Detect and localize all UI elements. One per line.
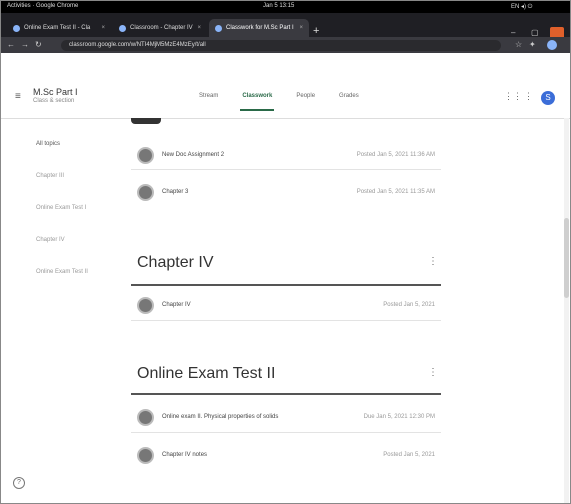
favicon-icon [119, 24, 126, 32]
browser-tab-strip: Online Exam Test II - Cla × Classroom - … [1, 13, 570, 41]
item-date: Posted Jan 5, 2021 [383, 452, 435, 458]
sidebar-item-chapter-iii[interactable]: Chapter III [36, 173, 64, 179]
screen: Activities · Google Chrome Jan 5 13:15 E… [0, 0, 571, 504]
close-tab-icon[interactable]: × [101, 25, 105, 31]
class-subtitle: Class & section [33, 98, 75, 104]
reload-icon[interactable]: ↻ [35, 40, 42, 49]
item-date: Posted Jan 5, 2021 [383, 302, 435, 308]
topic-heading: Online Exam Test II [137, 365, 276, 382]
class-title[interactable]: M.Sc Part I [33, 87, 78, 97]
topic-rule [131, 284, 441, 286]
sidebar-item-online-exam-test-ii[interactable]: Online Exam Test II [36, 269, 88, 275]
list-item[interactable]: Chapter 3 Posted Jan 5, 2021 11:35 AM [131, 179, 441, 205]
sidebar-item-all-topics[interactable]: All topics [36, 141, 60, 147]
list-item[interactable]: New Doc Assignment 2 Posted Jan 5, 2021 … [131, 142, 441, 168]
scrollbar-thumb[interactable] [564, 218, 569, 298]
profile-icon[interactable] [547, 40, 557, 50]
tab-people[interactable]: People [294, 87, 317, 105]
item-title: Online exam II. Physical properties of s… [162, 414, 279, 420]
list-item[interactable]: Online exam II. Physical properties of s… [131, 404, 441, 430]
list-item[interactable]: Chapter IV notes Posted Jan 5, 2021 [131, 442, 441, 468]
os-status-icons[interactable]: EN ◂) ⏻ [511, 3, 532, 11]
browser-tab-1[interactable]: Online Exam Test II - Cla × [7, 19, 111, 37]
address-bar-row: ← → ↻ classroom.google.com/w/NTI4MjM5MzE… [1, 37, 570, 53]
divider [131, 169, 441, 170]
browser-tab-3[interactable]: Classwork for M.Sc Part I × [209, 19, 309, 37]
list-item[interactable]: Chapter IV Posted Jan 5, 2021 [131, 292, 441, 318]
assignment-icon [137, 146, 154, 164]
classroom-header: ≡ M.Sc Part I Class & section Stream Cla… [1, 53, 570, 119]
close-tab-icon[interactable]: × [299, 25, 303, 31]
assignment-icon [137, 408, 154, 426]
tab-classwork[interactable]: Classwork [240, 87, 275, 111]
maximize-icon[interactable]: ▢ [531, 28, 539, 37]
page-scrollbar[interactable] [564, 118, 569, 503]
material-icon [137, 296, 154, 314]
avatar[interactable]: S [541, 91, 555, 105]
divider [131, 320, 441, 321]
topic-kebab-icon[interactable]: ⋮ [428, 367, 438, 378]
minimize-icon[interactable]: – [511, 28, 515, 37]
divider [131, 432, 441, 433]
tab-title: Online Exam Test II - Cla [24, 25, 91, 31]
tab-stream[interactable]: Stream [197, 87, 220, 105]
os-clock[interactable]: Jan 5 13:15 [263, 3, 294, 9]
item-date: Posted Jan 5, 2021 11:36 AM [356, 152, 435, 158]
url-field[interactable]: classroom.google.com/w/NTI4MjM5MzE4MzEy/… [61, 40, 501, 51]
forward-icon[interactable]: → [21, 40, 29, 49]
tab-title: Classwork for M.Sc Part I [226, 25, 294, 31]
bookmark-star-icon[interactable]: ☆ [515, 40, 522, 49]
menu-icon[interactable]: ≡ [15, 91, 21, 102]
create-button-edge[interactable] [131, 118, 161, 124]
item-title: Chapter 3 [162, 189, 189, 195]
more-options-icon[interactable]: ⋮ [524, 91, 533, 102]
class-tabs: Stream Classwork People Grades [197, 87, 361, 111]
favicon-icon [13, 24, 20, 32]
browser-tab-2[interactable]: Classroom - Chapter IV × [113, 19, 207, 37]
item-title: Chapter IV [162, 302, 191, 308]
topic-heading: Chapter IV [137, 254, 214, 271]
material-icon [137, 183, 154, 201]
close-tab-icon[interactable]: × [197, 25, 201, 31]
apps-grid-icon[interactable]: ⋮⋮ [504, 91, 522, 102]
favicon-icon [215, 24, 222, 32]
sidebar-item-online-exam-test-i[interactable]: Online Exam Test I [36, 205, 86, 211]
topic-rule [131, 393, 441, 395]
extensions-icon[interactable]: ✦ [529, 40, 536, 49]
topic-kebab-icon[interactable]: ⋮ [428, 256, 438, 267]
item-date: Due Jan 5, 2021 12:30 PM [363, 414, 435, 420]
back-icon[interactable]: ← [7, 40, 15, 49]
item-title: New Doc Assignment 2 [162, 152, 225, 158]
tab-title: Classroom - Chapter IV [130, 25, 193, 31]
sidebar-item-chapter-iv[interactable]: Chapter IV [36, 237, 65, 243]
help-icon[interactable]: ? [13, 477, 25, 489]
os-activities-label[interactable]: Activities · Google Chrome [7, 3, 78, 9]
new-tab-button[interactable]: + [313, 26, 319, 37]
material-icon [137, 446, 154, 464]
os-top-bar: Activities · Google Chrome Jan 5 13:15 E… [1, 1, 570, 13]
tab-grades[interactable]: Grades [337, 87, 361, 105]
item-title: Chapter IV notes [162, 452, 208, 458]
item-date: Posted Jan 5, 2021 11:35 AM [356, 189, 435, 195]
